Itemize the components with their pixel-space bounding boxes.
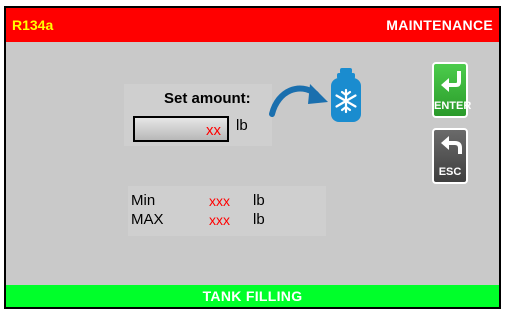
- refrigerant-tank-icon: [331, 68, 361, 122]
- mode-title: MAINTENANCE: [386, 17, 493, 33]
- amount-value: xx: [206, 122, 221, 139]
- esc-label: ESC: [438, 166, 462, 178]
- enter-button[interactable]: ENTER: [432, 62, 472, 118]
- back-arrow-icon: [441, 136, 462, 154]
- set-amount-label: Set amount:: [164, 90, 251, 107]
- min-value: xxx: [209, 193, 230, 209]
- amount-input[interactable]: xx: [133, 116, 229, 142]
- max-unit: lb: [253, 211, 265, 228]
- status-text: TANK FILLING: [202, 288, 303, 304]
- enter-return-icon: [441, 71, 461, 92]
- enter-label: ENTER: [434, 100, 472, 112]
- esc-button[interactable]: ESC: [432, 128, 468, 184]
- amount-unit: lb: [236, 117, 248, 134]
- min-unit: lb: [253, 192, 265, 209]
- header-bar: R134a MAINTENANCE: [6, 8, 499, 42]
- display-screen: R134a MAINTENANCE Set amount: xx lb ENTE…: [4, 6, 501, 309]
- max-value: xxx: [209, 212, 230, 228]
- min-label: Min: [131, 192, 156, 209]
- curved-arrow-icon: [269, 84, 328, 117]
- max-label: MAX: [131, 211, 164, 228]
- status-bar: TANK FILLING: [6, 285, 499, 307]
- refrigerant-type: R134a: [12, 17, 54, 33]
